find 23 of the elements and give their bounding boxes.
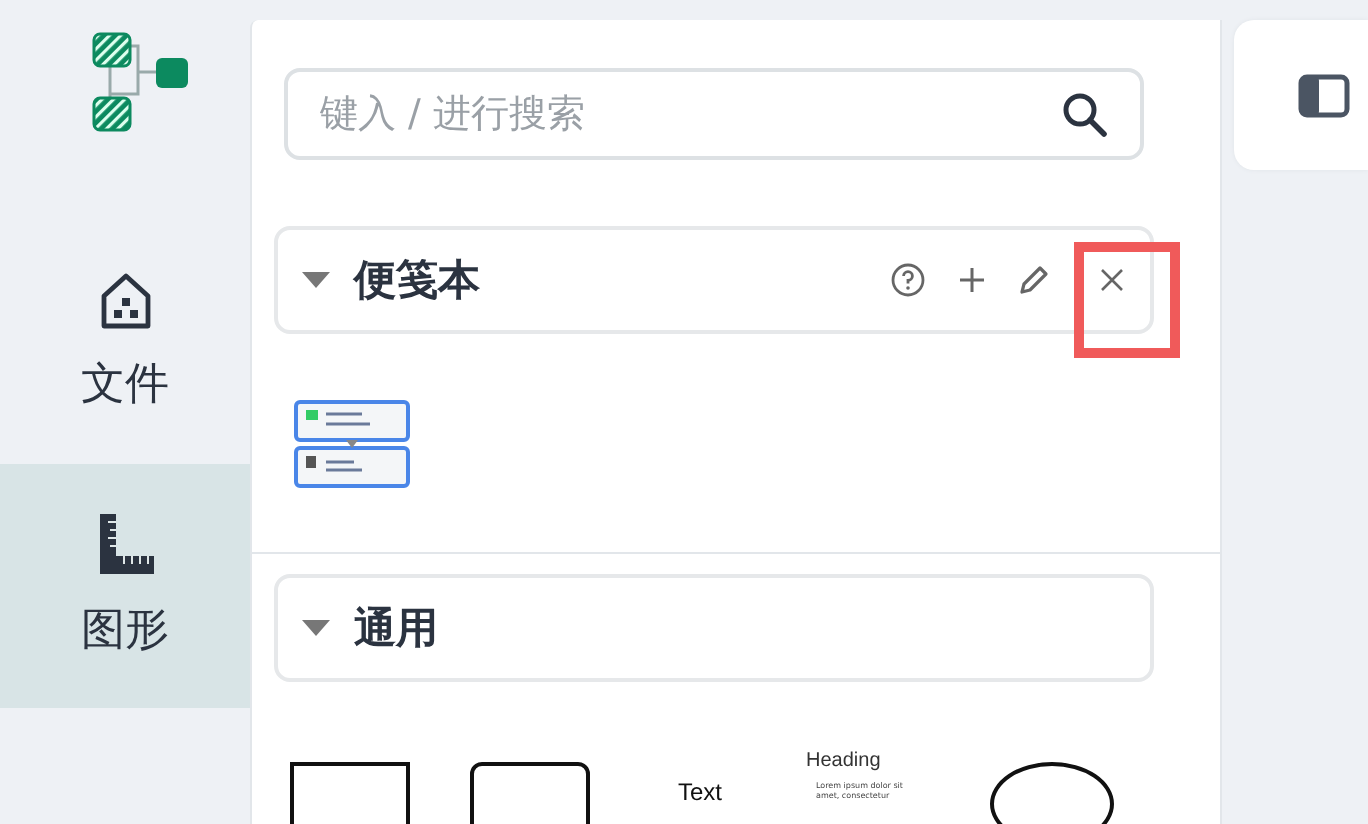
caret-icon	[302, 620, 330, 636]
search-field[interactable]: 键入 / 进行搜索	[284, 68, 1144, 160]
ruler-icon	[95, 512, 155, 576]
text-shape[interactable]: Text	[678, 778, 723, 806]
add-icon[interactable]	[958, 266, 986, 294]
sidebar-item[interactable]: 文件	[0, 220, 250, 464]
search-icon	[1060, 90, 1108, 138]
section-header[interactable]: 通用	[274, 574, 1154, 682]
sidebar-toggle-icon	[1298, 73, 1350, 117]
house-icon	[97, 270, 153, 330]
ellipse-shape[interactable]	[990, 762, 1115, 824]
close-icon[interactable]	[1098, 266, 1126, 294]
pencil-icon[interactable]	[1018, 264, 1050, 296]
caret-icon	[302, 272, 330, 288]
sidebar-item[interactable]: 图形	[0, 464, 250, 708]
flowchart-thumbnail-drawing	[294, 400, 410, 488]
section-title: 通用	[354, 602, 440, 656]
rectangle-shape[interactable]	[290, 762, 410, 824]
toggle-button[interactable]	[1234, 20, 1368, 170]
section-header[interactable]: 便笺本	[274, 226, 1154, 334]
section-title: 便笺本	[354, 254, 482, 308]
rounded-rectangle-shape[interactable]	[470, 762, 590, 824]
help-icon[interactable]	[890, 262, 926, 298]
